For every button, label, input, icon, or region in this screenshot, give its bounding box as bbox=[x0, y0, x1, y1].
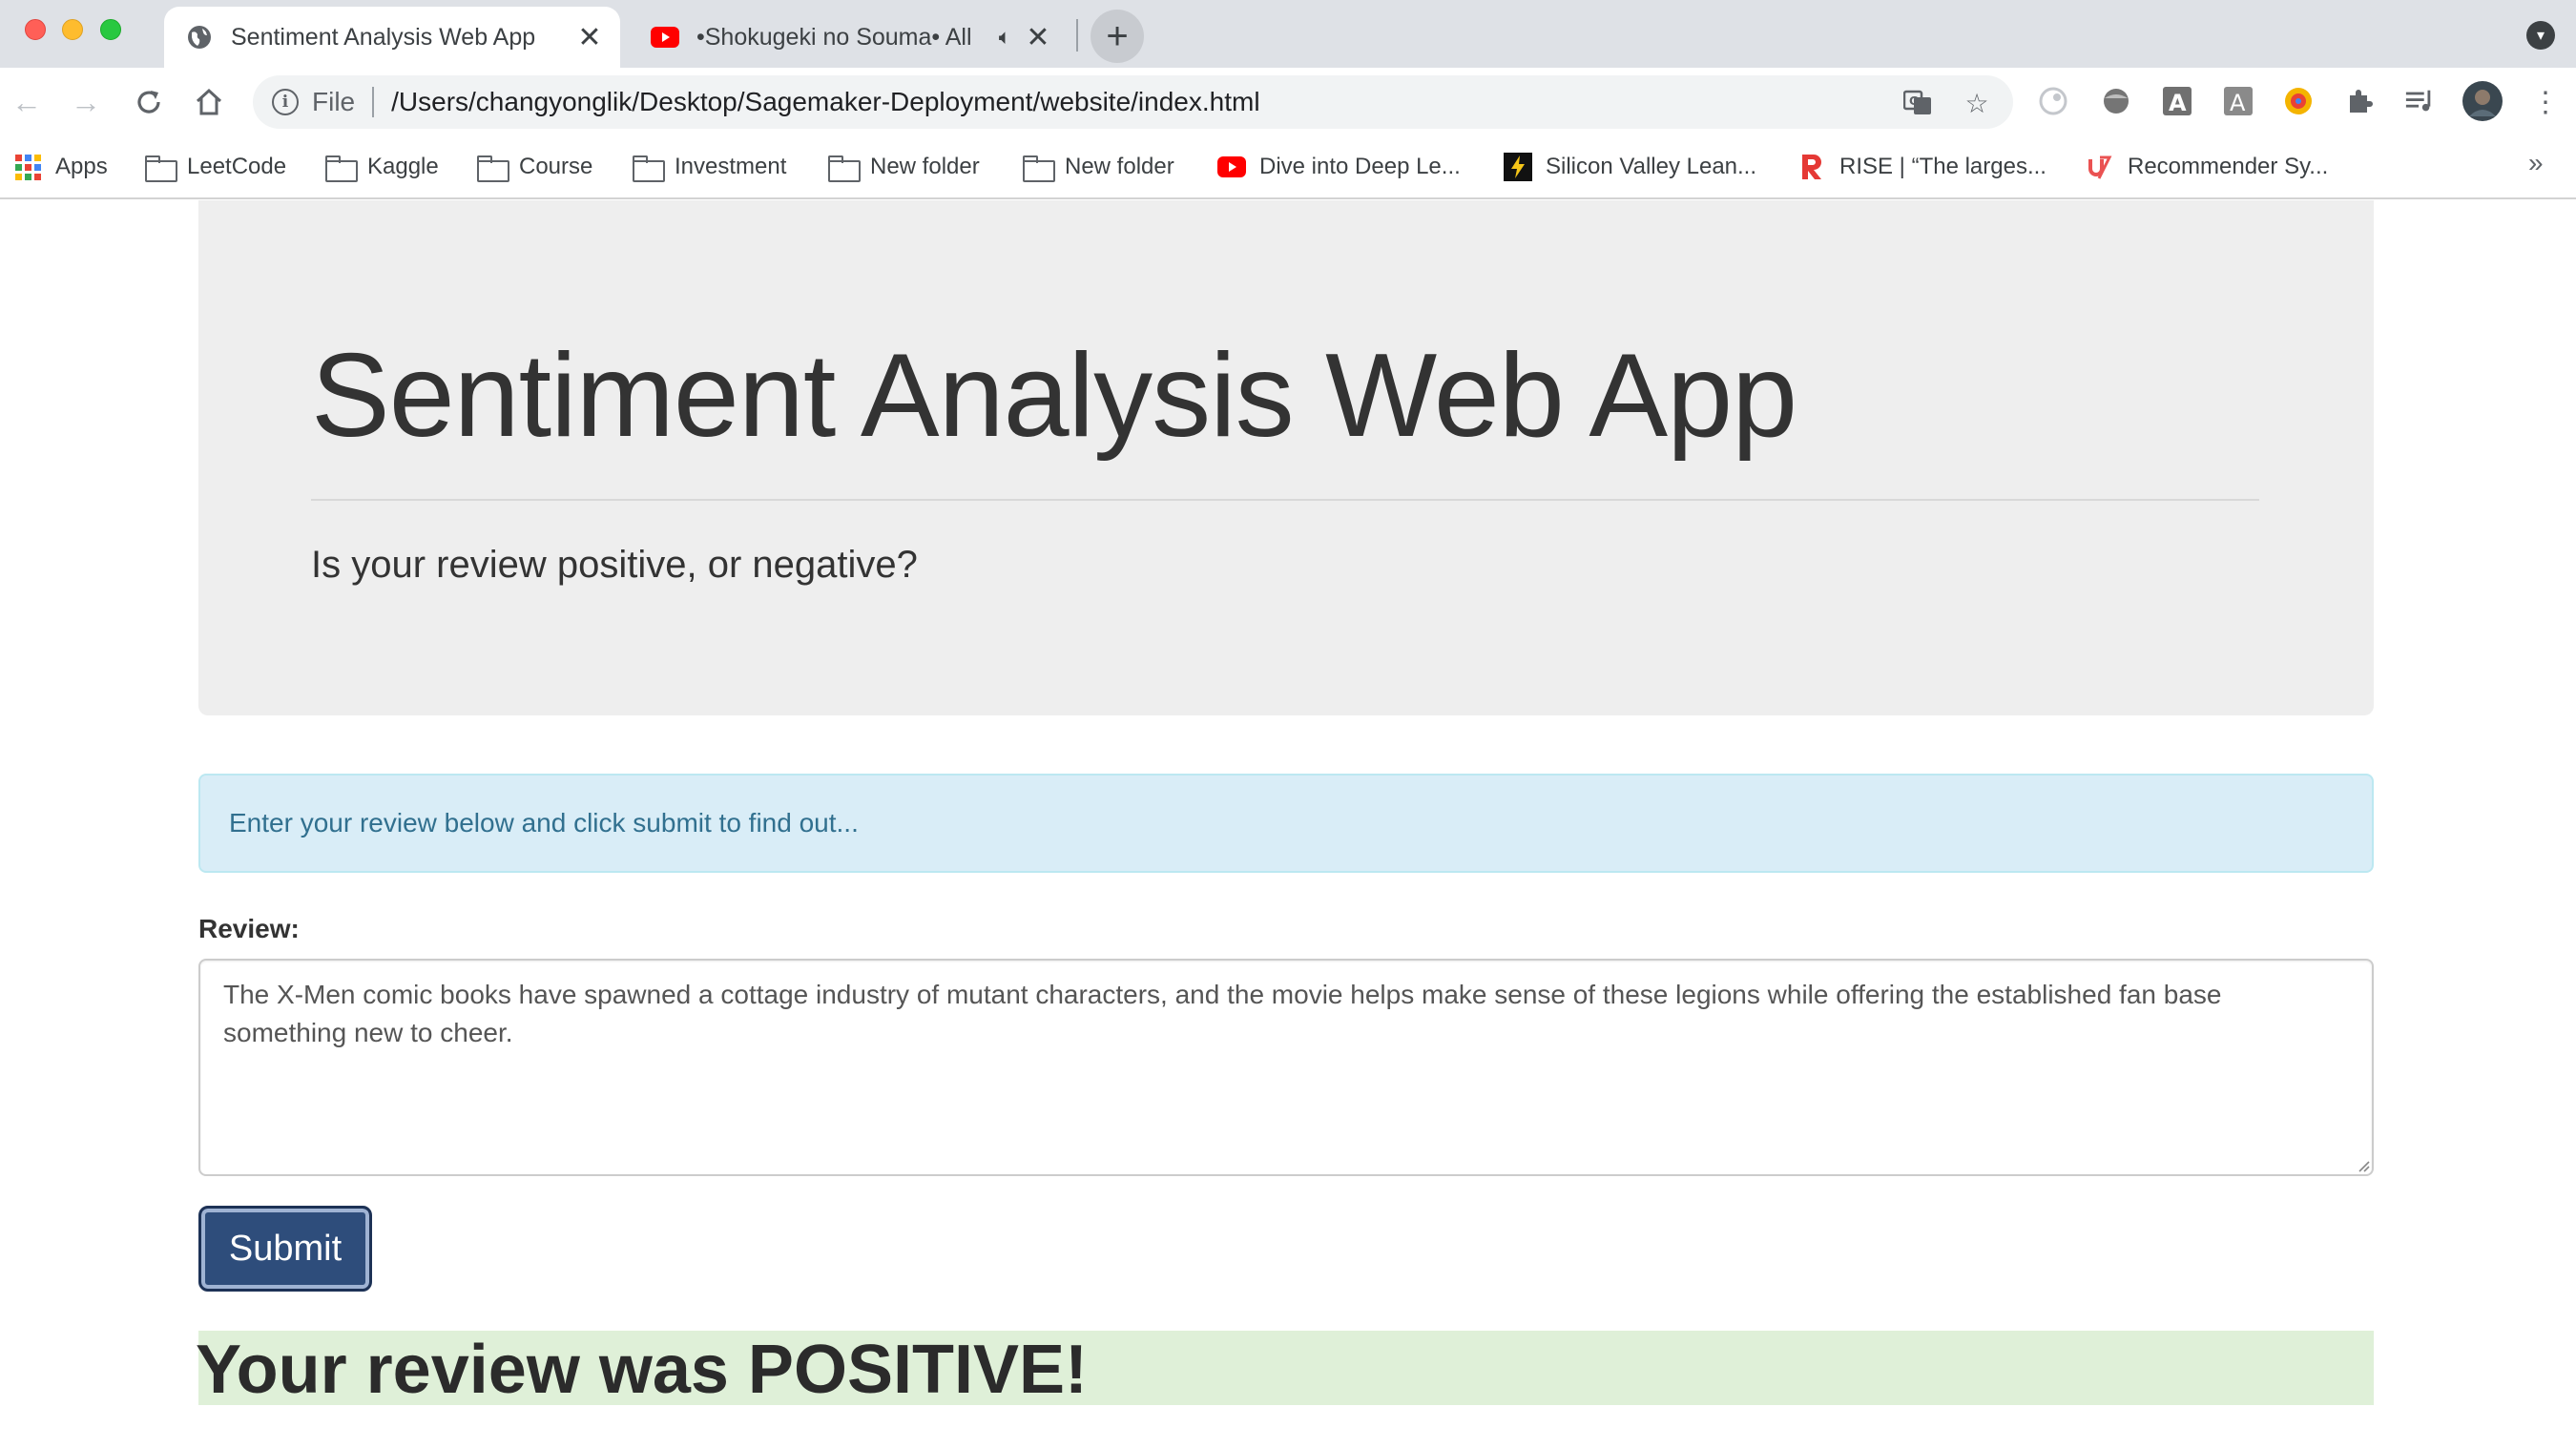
forward-arrow-icon[interactable]: → bbox=[67, 83, 105, 121]
bookmark-label: New folder bbox=[870, 154, 980, 179]
media-queue-icon[interactable] bbox=[2404, 86, 2435, 116]
youtube-icon bbox=[1217, 155, 1246, 179]
svg-text:A: A bbox=[2169, 90, 2187, 116]
submit-button[interactable]: Submit bbox=[198, 1206, 372, 1292]
bookmark-apps[interactable]: Apps bbox=[13, 148, 108, 186]
tab-separator bbox=[1076, 19, 1078, 52]
close-tab-icon[interactable]: ✕ bbox=[1021, 20, 1055, 54]
bookmark-label: Course bbox=[519, 154, 593, 179]
udemy-icon bbox=[2086, 155, 2114, 179]
page-title: Sentiment Analysis Web App bbox=[311, 330, 1797, 462]
bookmark-label: Recommender Sy... bbox=[2128, 154, 2329, 179]
address-bar[interactable]: i File /Users/changyonglik/Desktop/Sagem… bbox=[253, 75, 2013, 129]
new-tab-button[interactable]: + bbox=[1091, 10, 1144, 63]
bookmark-label: Silicon Valley Lean... bbox=[1546, 154, 1757, 179]
youtube-icon bbox=[651, 23, 679, 52]
folder-icon bbox=[145, 155, 177, 182]
extension-circle-icon[interactable] bbox=[2038, 86, 2068, 116]
back-arrow-icon[interactable]: ← bbox=[8, 83, 46, 121]
folder-icon bbox=[828, 155, 861, 182]
bookmark-label: Kaggle bbox=[367, 154, 439, 179]
bookmark-leetcode[interactable]: LeetCode bbox=[145, 148, 286, 186]
reload-icon[interactable] bbox=[130, 83, 168, 121]
close-tab-icon[interactable]: ✕ bbox=[572, 20, 607, 54]
translate-icon[interactable]: G bbox=[1903, 89, 1932, 117]
bookmarks-overflow-button[interactable]: » bbox=[2528, 148, 2544, 178]
close-window-button[interactable] bbox=[25, 19, 46, 40]
info-alert: Enter your review below and click submit… bbox=[198, 774, 2374, 873]
folder-icon bbox=[325, 155, 358, 182]
bookmark-recommender[interactable]: Recommender Sy... bbox=[2086, 148, 2328, 186]
tab-strip: Sentiment Analysis Web App ✕ •Shokugeki … bbox=[0, 0, 2576, 68]
heading-divider bbox=[311, 499, 2259, 501]
browser-menu-icon[interactable]: ⋮ bbox=[2526, 83, 2565, 121]
jumbotron: Sentiment Analysis Web App Is your revie… bbox=[198, 200, 2374, 715]
browser-toolbar: ← → i File /Users/changyonglik/Desktop/S… bbox=[0, 68, 2576, 136]
folder-icon bbox=[1023, 155, 1055, 182]
bookmark-label: RISE | “The larges... bbox=[1839, 154, 2046, 179]
tab-title: Sentiment Analysis Web App bbox=[231, 23, 536, 51]
tab-sentiment-analysis[interactable]: Sentiment Analysis Web App ✕ bbox=[164, 7, 620, 68]
review-textarea[interactable]: The X-Men comic books have spawned a cot… bbox=[198, 959, 2374, 1176]
page-content: Sentiment Analysis Web App Is your revie… bbox=[0, 200, 2576, 1448]
apps-grid-icon bbox=[13, 154, 42, 180]
tab-shokugeki[interactable]: •Shokugeki no Souma• All 🔈︎ ✕ bbox=[630, 7, 1069, 68]
review-label: Review: bbox=[198, 914, 300, 943]
bookmark-label: Apps bbox=[55, 154, 108, 179]
maximize-window-button[interactable] bbox=[100, 19, 121, 40]
home-icon[interactable] bbox=[190, 83, 228, 121]
info-alert-text: Enter your review below and click submit… bbox=[229, 808, 859, 838]
bookmark-label: Dive into Deep Le... bbox=[1259, 154, 1461, 179]
bookmark-rise[interactable]: RISE | “The larges... bbox=[1797, 148, 2046, 186]
scheme-label: File bbox=[312, 87, 356, 116]
bookmark-label: LeetCode bbox=[187, 154, 287, 179]
extension-colorful-icon[interactable] bbox=[2283, 86, 2314, 116]
bookmark-new-folder-2[interactable]: New folder bbox=[1023, 148, 1174, 186]
bookmark-dive-into-deep-learning[interactable]: Dive into Deep Le... bbox=[1217, 148, 1461, 186]
resize-grip-icon[interactable] bbox=[2357, 1159, 2370, 1172]
rise-logo-icon bbox=[1797, 155, 1826, 179]
extension-gray-icon[interactable] bbox=[2101, 86, 2131, 116]
address-divider bbox=[372, 87, 375, 117]
bookmark-silicon-valley[interactable]: Silicon Valley Lean... bbox=[1504, 148, 1756, 186]
result-text: Your review was POSITIVE! bbox=[196, 1332, 1088, 1408]
bookmark-label: New folder bbox=[1065, 154, 1174, 179]
svg-text:G: G bbox=[1909, 94, 1919, 108]
site-info-icon[interactable]: i bbox=[272, 89, 299, 115]
lightning-icon bbox=[1504, 153, 1532, 181]
bookmark-course[interactable]: Course bbox=[477, 148, 592, 186]
bookmark-kaggle[interactable]: Kaggle bbox=[325, 148, 439, 186]
result-banner: Your review was POSITIVE! bbox=[196, 1331, 2374, 1408]
bookmark-label: Investment bbox=[675, 154, 787, 179]
folder-icon bbox=[477, 155, 509, 182]
minimize-window-button[interactable] bbox=[62, 19, 83, 40]
bookmark-star-icon[interactable]: ☆ bbox=[1963, 89, 1991, 118]
tab-search-icon[interactable]: ▾ bbox=[2526, 21, 2555, 50]
bookmarks-bar: Apps LeetCode Kaggle Course Investment N… bbox=[0, 136, 2576, 199]
extension-a-icon[interactable]: A bbox=[2162, 86, 2192, 116]
extension-a-outline-icon[interactable]: A bbox=[2223, 86, 2254, 116]
folder-icon bbox=[633, 155, 665, 182]
bookmark-new-folder-1[interactable]: New folder bbox=[828, 148, 980, 186]
extensions-puzzle-icon[interactable] bbox=[2344, 86, 2375, 116]
bookmark-investment[interactable]: Investment bbox=[633, 148, 786, 186]
avatar[interactable] bbox=[2462, 80, 2503, 122]
url-text[interactable]: /Users/changyonglik/Desktop/Sagemaker-De… bbox=[391, 87, 1259, 117]
tab-title: •Shokugeki no Souma• All bbox=[696, 23, 972, 51]
globe-icon bbox=[185, 23, 214, 52]
page-subtitle: Is your review positive, or negative? bbox=[311, 544, 918, 586]
speaker-icon[interactable]: 🔈︎ bbox=[999, 25, 1011, 50]
svg-text:A: A bbox=[2230, 90, 2246, 116]
